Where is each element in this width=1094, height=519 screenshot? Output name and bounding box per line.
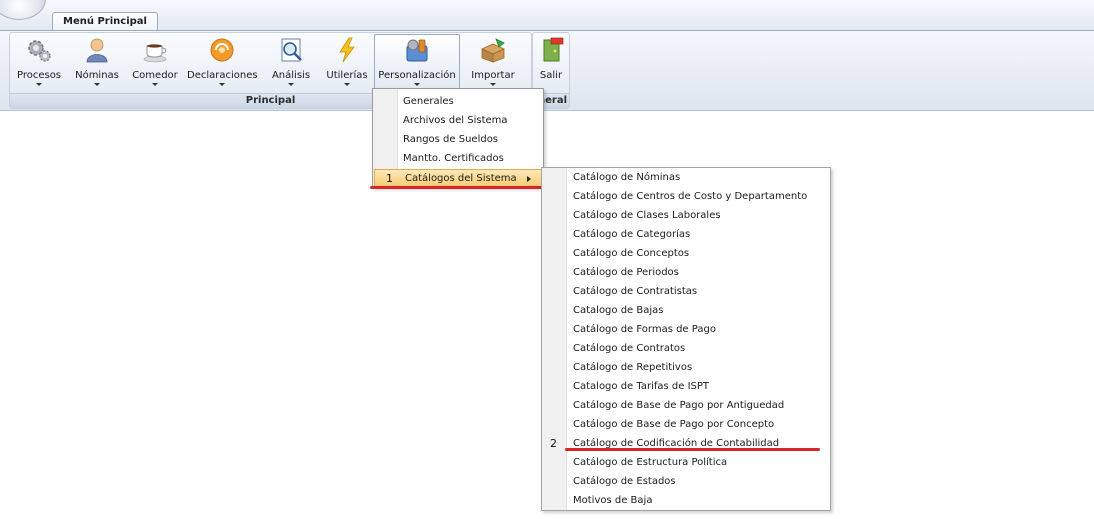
submenu-item[interactable]: Catálogo de Conceptos [542, 244, 830, 263]
chevron-down-icon [288, 83, 294, 86]
comedor-button[interactable]: Comedor [130, 35, 180, 91]
salir-button[interactable]: Salir [535, 35, 567, 91]
importar-label: Importar [471, 70, 515, 81]
annotation-underline-2 [565, 448, 820, 451]
utilerias-label: Utilerías [326, 70, 368, 81]
submenu-item[interactable]: Catálogo de Estructura Política [542, 453, 830, 472]
menu-item-generales[interactable]: Generales [373, 92, 543, 111]
utilerias-button[interactable]: Utilerías [322, 35, 372, 91]
chevron-down-icon [36, 83, 42, 86]
chevron-down-icon [152, 83, 158, 86]
chevron-down-icon [219, 83, 225, 86]
coffee-cup-icon [143, 44, 167, 63]
personalizacion-label: Personalización [378, 70, 456, 81]
submenu-item[interactable]: Catálogo de Formas de Pago [542, 320, 830, 339]
submenu-item[interactable]: Motivos de Baja [542, 491, 830, 510]
nominas-label: Nóminas [75, 70, 119, 81]
chevron-down-icon [344, 83, 350, 86]
procesos-button[interactable]: Procesos [14, 35, 64, 91]
user-icon [86, 38, 108, 63]
chevron-right-icon [527, 176, 531, 182]
annotation-marker-1: 1 [386, 172, 393, 185]
submenu-item[interactable]: Catálogo de Centros de Costo y Departame… [542, 187, 830, 206]
comedor-label: Comedor [132, 70, 178, 81]
declaraciones-label: Declaraciones [187, 70, 258, 81]
procesos-label: Procesos [16, 70, 62, 81]
submenu-item[interactable]: Catálogo de Periodos [542, 263, 830, 282]
importar-button[interactable]: Importar [463, 35, 523, 91]
ribbon: Procesos Nóminas Comedor Declaraciones A… [0, 30, 1094, 111]
submenu-item[interactable]: Catálogo de Contratos [542, 339, 830, 358]
submenu-item[interactable]: Catálogo de Contratistas [542, 282, 830, 301]
orange-disc-icon [210, 38, 234, 62]
gears-icon [28, 40, 51, 62]
menu-item-rangos-de-sueldos[interactable]: Rangos de Sueldos [373, 130, 543, 149]
annotation-marker-2: 2 [550, 437, 557, 450]
submenu-item[interactable]: Catálogo de Nóminas [542, 168, 830, 187]
title-strip [0, 0, 1094, 30]
submenu-item[interactable]: Catálogo de Repetitivos [542, 358, 830, 377]
chevron-down-icon [94, 83, 100, 86]
chevron-down-icon [490, 83, 496, 86]
catalogos-submenu: Catálogo de Nóminas Catálogo de Centros … [541, 167, 831, 511]
tab-menu-principal[interactable]: Menú Principal [52, 12, 158, 31]
menu-item-archivos-del-sistema[interactable]: Archivos del Sistema [373, 111, 543, 130]
tools-icon [406, 39, 428, 62]
analisis-label: Análisis [271, 70, 311, 81]
salir-label: Salir [539, 70, 563, 81]
submenu-item[interactable]: Catalogo de Tarifas de ISPT [542, 377, 830, 396]
lightning-icon [339, 37, 355, 63]
chevron-down-icon [414, 83, 420, 86]
submenu-item[interactable]: Catálogo de Clases Laborales [542, 206, 830, 225]
magnifier-icon [281, 38, 302, 62]
exit-door-icon [543, 37, 564, 62]
submenu-item[interactable]: Catálogo de Categorías [542, 225, 830, 244]
personalizacion-dropdown-menu: Generales Archivos del Sistema Rangos de… [372, 88, 544, 188]
submenu-item[interactable]: Catalogo de Bajas [542, 301, 830, 320]
declaraciones-button[interactable]: Declaraciones [187, 35, 258, 91]
analisis-button[interactable]: Análisis [266, 35, 316, 91]
submenu-item[interactable]: Catálogo de Base de Pago por Antiguedad [542, 396, 830, 415]
nominas-button[interactable]: Nóminas [72, 35, 122, 91]
annotation-underline-1 [370, 186, 544, 189]
personalizacion-button[interactable]: Personalización [374, 34, 460, 96]
menu-item-mantto-certificados[interactable]: Mantto. Certificados [373, 149, 543, 168]
submenu-item[interactable]: Catálogo de Estados [542, 472, 830, 491]
submenu-item[interactable]: Catálogo de Base de Pago por Concepto [542, 415, 830, 434]
import-box-icon [481, 38, 505, 63]
